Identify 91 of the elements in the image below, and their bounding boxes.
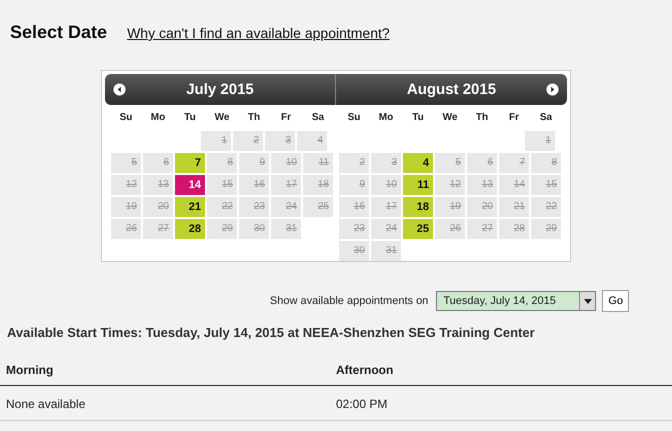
- help-link[interactable]: Why can't I find an available appointment?: [127, 25, 390, 41]
- dropdown-arrow-icon: [584, 298, 592, 304]
- calendar-day: 13: [467, 175, 497, 195]
- calendar-day: 6: [143, 153, 173, 173]
- calendar-day: 19: [111, 197, 141, 217]
- calendar-day[interactable]: 25: [403, 219, 433, 239]
- calendar-day[interactable]: 11: [403, 175, 433, 195]
- calendar-day: 9: [239, 153, 269, 173]
- column-header: Afternoon: [336, 362, 394, 379]
- calendar-day: 27: [143, 219, 173, 239]
- calendar-day: 16: [339, 197, 369, 217]
- calendar-day: 14: [499, 175, 529, 195]
- weekday-label: Mo: [378, 111, 394, 125]
- weekday-label: Th: [474, 111, 490, 125]
- calendar-day: 1: [201, 131, 231, 151]
- month-title: August 2015: [406, 81, 496, 98]
- calendar-day[interactable]: 21: [175, 197, 205, 217]
- calendar-day: 12: [435, 175, 465, 195]
- calendar-day: 5: [111, 153, 141, 173]
- calendar-day[interactable]: 28: [175, 219, 205, 239]
- calendar-day: 31: [271, 219, 301, 239]
- calendar-day[interactable]: 14: [175, 175, 205, 195]
- weekday-label: Su: [346, 111, 362, 125]
- calendar-day: 15: [207, 175, 237, 195]
- weekday-label: Tu: [183, 111, 197, 125]
- calendar-day: 26: [111, 219, 141, 239]
- calendar-day: 25: [303, 197, 333, 217]
- calendar-day: 20: [467, 197, 497, 217]
- date-picker-label: Show available appointments on: [270, 295, 428, 307]
- page-title: Select Date: [10, 22, 108, 43]
- calendar-day: 24: [271, 197, 301, 217]
- section-heading: Available Start Times: Tuesday, July 14, 2015 at NEEA-Shenzhen SEG Training Center: [6, 324, 536, 342]
- weekday-label: We: [442, 111, 458, 125]
- calendar-day: 27: [467, 219, 497, 239]
- calendar-day: 3: [371, 153, 401, 173]
- weekday-label: Sa: [310, 111, 326, 125]
- calendar-day: 23: [239, 197, 269, 217]
- calendar-day: 17: [371, 197, 401, 217]
- calendar-day: 7: [499, 153, 529, 173]
- calendar-day: 9: [339, 175, 369, 195]
- weekday-label: Sa: [538, 111, 554, 125]
- calendar-day: 26: [435, 219, 465, 239]
- weekday-label: Mo: [150, 111, 166, 125]
- calendar-day: 4: [297, 131, 327, 151]
- date-dropdown[interactable]: Tuesday, July 14, 2015: [436, 291, 596, 311]
- calendar-day: 24: [371, 219, 401, 239]
- calendar-day: 19: [435, 197, 465, 217]
- calendar-day: 8: [207, 153, 237, 173]
- calendar-day: 30: [239, 219, 269, 239]
- calendar-day: 30: [339, 241, 369, 261]
- calendar-day: 11: [303, 153, 333, 173]
- weekday-label: Su: [118, 111, 134, 125]
- calendar-day: 12: [111, 175, 141, 195]
- next-month-icon[interactable]: [546, 83, 559, 96]
- month-title: July 2015: [186, 81, 254, 98]
- calendar-day: 28: [499, 219, 529, 239]
- calendar-day: 8: [531, 153, 561, 173]
- calendar-day: 2: [339, 153, 369, 173]
- calendar-day: 3: [265, 131, 295, 151]
- calendar-day: 29: [207, 219, 237, 239]
- calendar-day: 5: [435, 153, 465, 173]
- previous-month-icon[interactable]: [113, 83, 126, 96]
- calendar-day[interactable]: 7: [175, 153, 205, 173]
- weekday-label: We: [214, 111, 230, 125]
- calendar-day: 22: [207, 197, 237, 217]
- weekday-label: Tu: [411, 111, 425, 125]
- calendar-day: 15: [531, 175, 561, 195]
- calendar-day: 10: [371, 175, 401, 195]
- calendar-day: 6: [467, 153, 497, 173]
- table-cell-text: None available: [6, 396, 86, 413]
- calendar-day: 21: [499, 197, 529, 217]
- calendar-day: 22: [531, 197, 561, 217]
- calendar-day: 2: [233, 131, 263, 151]
- go-button[interactable]: Go: [602, 290, 629, 312]
- calendar-day: 31: [371, 241, 401, 261]
- calendar-day: 18: [303, 175, 333, 195]
- calendar-day: 29: [531, 219, 561, 239]
- calendar-day: 13: [143, 175, 173, 195]
- calendar-day: 10: [271, 153, 301, 173]
- column-header: Morning: [6, 362, 54, 379]
- weekday-label: Fr: [508, 111, 520, 125]
- weekday-label: Th: [246, 111, 262, 125]
- calendar-day: 23: [339, 219, 369, 239]
- calendar-day: 1: [525, 131, 555, 151]
- calendar-day: 16: [239, 175, 269, 195]
- calendar-day[interactable]: 18: [403, 197, 433, 217]
- calendar-day: 20: [143, 197, 173, 217]
- table-cell-text: 02:00 PM: [336, 396, 388, 413]
- calendar-day: 17: [271, 175, 301, 195]
- weekday-label: Fr: [280, 111, 292, 125]
- calendar-day[interactable]: 4: [403, 153, 433, 173]
